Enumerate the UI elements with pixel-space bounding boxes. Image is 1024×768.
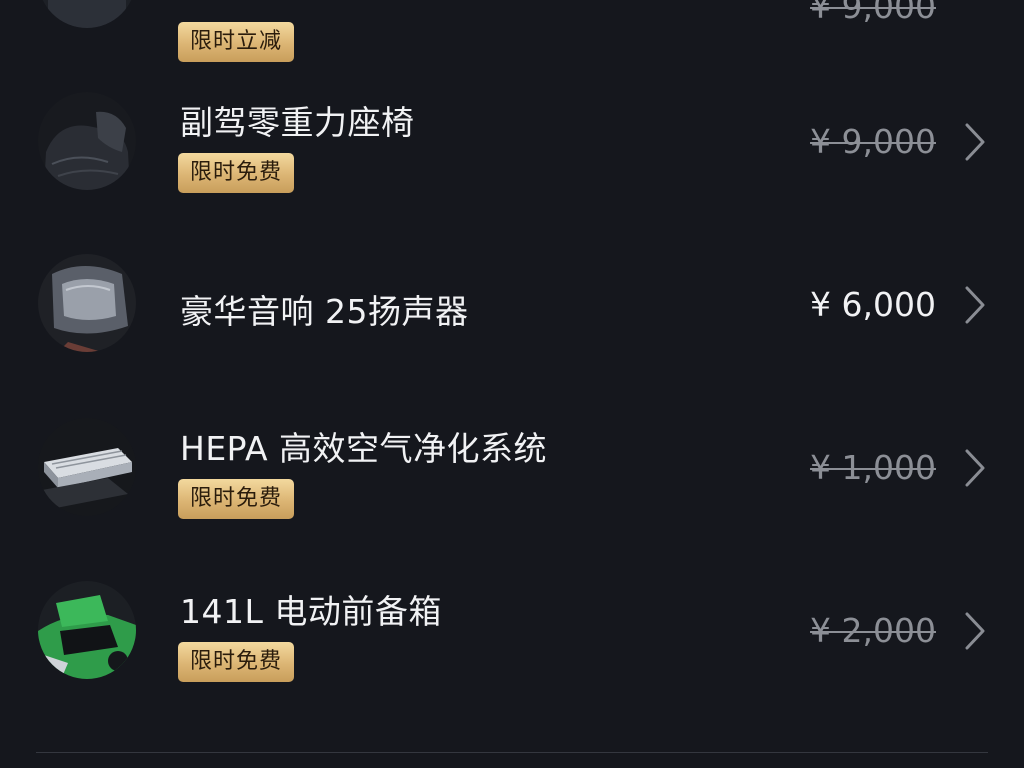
- option-row-hepa-filter[interactable]: HEPA 高效空气净化系统 限时免费 ¥ 1,000: [0, 386, 1024, 549]
- original-price: ¥ 2,000: [810, 611, 936, 650]
- limited-time-free-badge: 限时免费: [178, 479, 295, 519]
- option-thumbnail: [38, 581, 136, 679]
- chevron-right-icon[interactable]: [962, 122, 988, 162]
- list-divider: [36, 752, 988, 753]
- chevron-right-icon[interactable]: [962, 448, 988, 488]
- option-thumbnail: [38, 254, 136, 352]
- limited-time-free-badge: 限时免费: [178, 153, 295, 193]
- original-price: ¥ 9,000: [810, 0, 936, 26]
- chevron-right-icon[interactable]: [962, 611, 988, 651]
- option-title: 副驾零重力座椅: [180, 103, 415, 142]
- original-price: ¥ 9,000: [810, 122, 936, 161]
- option-row-zero-gravity-seat[interactable]: 副驾零重力座椅 限时免费 ¥ 9,000: [0, 60, 1024, 223]
- chevron-right-icon[interactable]: [962, 285, 988, 325]
- option-row-electric-frunk[interactable]: 141L 电动前备箱 限时免费 ¥ 2,000: [0, 549, 1024, 712]
- option-thumbnail: [38, 92, 136, 190]
- option-title: 141L 电动前备箱: [180, 592, 442, 631]
- option-title: 豪华音响 25扬声器: [180, 292, 469, 331]
- original-price: ¥ 1,000: [810, 448, 936, 487]
- option-thumbnail: [38, 0, 136, 28]
- option-title: HEPA 高效空气净化系统: [180, 429, 548, 468]
- option-thumbnail: [38, 418, 136, 516]
- option-price: ¥ 6,000: [810, 285, 936, 324]
- discount-badge: 限时立减: [178, 22, 295, 62]
- option-row-premium-audio[interactable]: 豪华音响 25扬声器 ¥ 6,000: [0, 223, 1024, 386]
- limited-time-free-badge: 限时免费: [178, 642, 295, 682]
